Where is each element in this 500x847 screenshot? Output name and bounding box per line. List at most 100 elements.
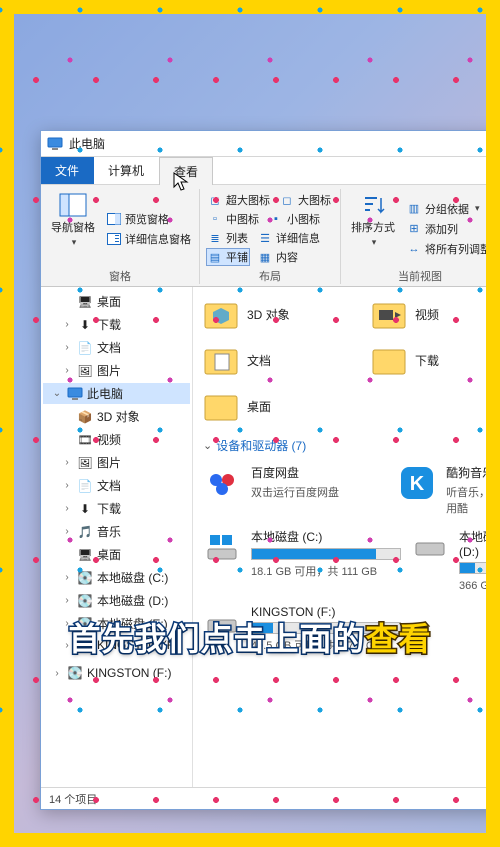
group-by-button[interactable]: ▥分组依据▾ [405, 200, 493, 218]
folder-desktop[interactable]: 桌面 [203, 385, 383, 427]
videos-icon [371, 297, 407, 331]
drive-icon: 💽 [77, 594, 93, 608]
sidebar-item-documents[interactable]: ›📄文档 [43, 337, 190, 358]
expand-icon: › [61, 640, 73, 651]
nav-pane-button[interactable]: 导航窗格 ▾ [47, 191, 99, 266]
expand-icon: › [61, 526, 73, 537]
app-baidu-netdisk[interactable]: 百度网盘 双击运行百度网盘 [203, 460, 388, 520]
expand-icon: › [61, 595, 73, 606]
drive-usage-bar [251, 548, 401, 560]
sidebar-item-drive-f-root[interactable]: ›💽KINGSTON (F:) [43, 664, 190, 682]
sort-icon [359, 193, 387, 217]
sidebar-item-drive-e[interactable]: ›💽本地磁盘 (E:) [43, 613, 190, 634]
sidebar-item-drive-d[interactable]: ›💽本地磁盘 (D:) [43, 590, 190, 611]
folder-downloads[interactable]: 下载 [371, 339, 499, 381]
sidebar-item-drive-f[interactable]: ›💽KINGSTON (F:) [43, 636, 190, 654]
preview-pane-button[interactable]: 预览窗格 [105, 210, 193, 228]
documents-icon [203, 343, 239, 377]
content-icon: ▦ [258, 251, 272, 263]
details-icon: ☰ [258, 232, 272, 244]
view-content[interactable]: ▦内容 [256, 248, 300, 266]
view-extra-large-icons[interactable]: ◻超大图标 [206, 191, 272, 209]
expand-icon: › [61, 319, 73, 330]
3d-objects-icon: 📦 [77, 410, 93, 424]
sidebar-item-downloads[interactable]: ›⬇下载 [43, 498, 190, 519]
sidebar-item-pictures[interactable]: ›🖼图片 [43, 452, 190, 473]
add-columns-icon: ⊞ [407, 223, 421, 235]
drive-icon: 💽 [77, 571, 93, 585]
view-tiles[interactable]: ▤平铺 [206, 248, 250, 266]
section-devices-and-drives[interactable]: ⌄ 设备和驱动器 (7) [203, 431, 499, 456]
content-pane[interactable]: 3D 对象 视频 文档 下载 桌 [193, 287, 499, 787]
view-list[interactable]: ≣列表 [206, 229, 250, 247]
expand-icon: › [61, 503, 73, 514]
statusbar: 14 个项目 [41, 787, 499, 809]
drive-usage-bar [459, 562, 499, 574]
ribbon-group-currentview-label: 当前视图 [347, 266, 493, 284]
3d-objects-icon [203, 297, 239, 331]
expand-icon: › [61, 457, 73, 468]
chevron-down-icon: ▾ [372, 237, 377, 248]
pictures-icon: 🖼 [77, 456, 93, 470]
expand-icon: › [61, 618, 73, 629]
sidebar-item-drive-c[interactable]: ›💽本地磁盘 (C:) [43, 567, 190, 588]
svg-text:K: K [410, 473, 425, 495]
details-pane-button[interactable]: 详细信息窗格 [105, 230, 193, 248]
list-icon: ≣ [208, 232, 222, 244]
tiles-icon: ▤ [208, 251, 222, 263]
sidebar-item-downloads[interactable]: ›⬇下载 [43, 314, 190, 335]
ribbon-group-layout: ◻超大图标 ◻大图标 ▫中图标 ▪小图标 ≣列表 ☰详细信息 ▤平铺 ▦内容 布… [200, 189, 341, 284]
pictures-icon: 🖼 [77, 364, 93, 378]
sidebar-item-desktop[interactable]: 🖥桌面 [43, 544, 190, 565]
downloads-icon: ⬇ [77, 502, 93, 516]
sidebar-item-desktop[interactable]: 🖥桌面 [43, 291, 190, 312]
chevron-down-icon: ▾ [72, 237, 77, 248]
navigation-pane[interactable]: 🖥桌面 ›⬇下载 ›📄文档 ›🖼图片 ⌄此电脑 📦3D 对象 🎞视频 ›🖼图片 … [41, 287, 193, 787]
folder-documents[interactable]: 文档 [203, 339, 331, 381]
sidebar-item-3d-objects[interactable]: 📦3D 对象 [43, 406, 190, 427]
hdd-icon [411, 528, 449, 566]
videos-icon: 🎞 [77, 433, 93, 447]
this-pc-icon [67, 387, 83, 401]
sidebar-item-documents[interactable]: ›📄文档 [43, 475, 190, 496]
folder-videos[interactable]: 视频 [371, 293, 499, 335]
drive-icon: 💽 [77, 638, 93, 652]
add-columns-button[interactable]: ⊞添加列 [405, 220, 493, 238]
sidebar-item-music[interactable]: ›🎵音乐 [43, 521, 190, 542]
view-small-icons[interactable]: ▪小图标 [267, 210, 322, 228]
drive-d[interactable]: 本地磁盘 (D:) 366 GB 可用 [411, 524, 499, 597]
hdd-icon [203, 605, 241, 643]
folder-3d-objects[interactable]: 3D 对象 [203, 293, 331, 335]
downloads-icon [371, 343, 407, 377]
group-by-icon: ▥ [407, 203, 421, 215]
view-details[interactable]: ☰详细信息 [256, 229, 322, 247]
ribbon-group-panes: 导航窗格 ▾ 预览窗格 详细信息窗格 窗格 [41, 189, 200, 284]
autosize-columns-button[interactable]: ↔将所有列调整 [405, 240, 493, 258]
expand-icon: ⌄ [51, 388, 63, 399]
expand-icon: › [61, 572, 73, 583]
titlebar: 此电脑 [41, 131, 499, 157]
tab-file[interactable]: 文件 [41, 157, 94, 184]
drive-c[interactable]: 本地磁盘 (C:) 18.1 GB 可用，共 111 GB [203, 524, 401, 597]
view-medium-icons[interactable]: ▫中图标 [206, 210, 261, 228]
this-pc-icon [47, 137, 63, 151]
view-large-icons[interactable]: ◻大图标 [278, 191, 333, 209]
desktop-icon: 🖥 [77, 548, 93, 562]
autosize-icon: ↔ [407, 243, 421, 255]
mouse-cursor-icon [173, 172, 189, 192]
documents-icon: 📄 [77, 479, 93, 493]
xlarge-icon: ◻ [208, 194, 222, 206]
chevron-down-icon: ⌄ [203, 439, 212, 452]
tab-computer[interactable]: 计算机 [94, 157, 159, 184]
large-icon: ◻ [280, 194, 294, 206]
sidebar-item-this-pc[interactable]: ⌄此电脑 [43, 383, 190, 404]
sidebar-item-videos[interactable]: 🎞视频 [43, 429, 190, 450]
drive-f-kingston[interactable]: KINGSTON (F:) 49.5 GB 可用，共 57.7 GB [203, 601, 423, 657]
sort-by-button[interactable]: 排序方式 ▾ [347, 191, 399, 266]
expand-icon: › [51, 668, 63, 679]
sidebar-item-pictures[interactable]: ›🖼图片 [43, 360, 190, 381]
app-kugou-music[interactable]: K 酷狗音乐 听音乐，用酷 [398, 460, 499, 520]
ribbon-group-currentview: 排序方式 ▾ ▥分组依据▾ ⊞添加列 ↔将所有列调整 当前视图 [341, 189, 499, 284]
expand-icon: › [61, 365, 73, 376]
drive-icon: 💽 [67, 666, 83, 680]
